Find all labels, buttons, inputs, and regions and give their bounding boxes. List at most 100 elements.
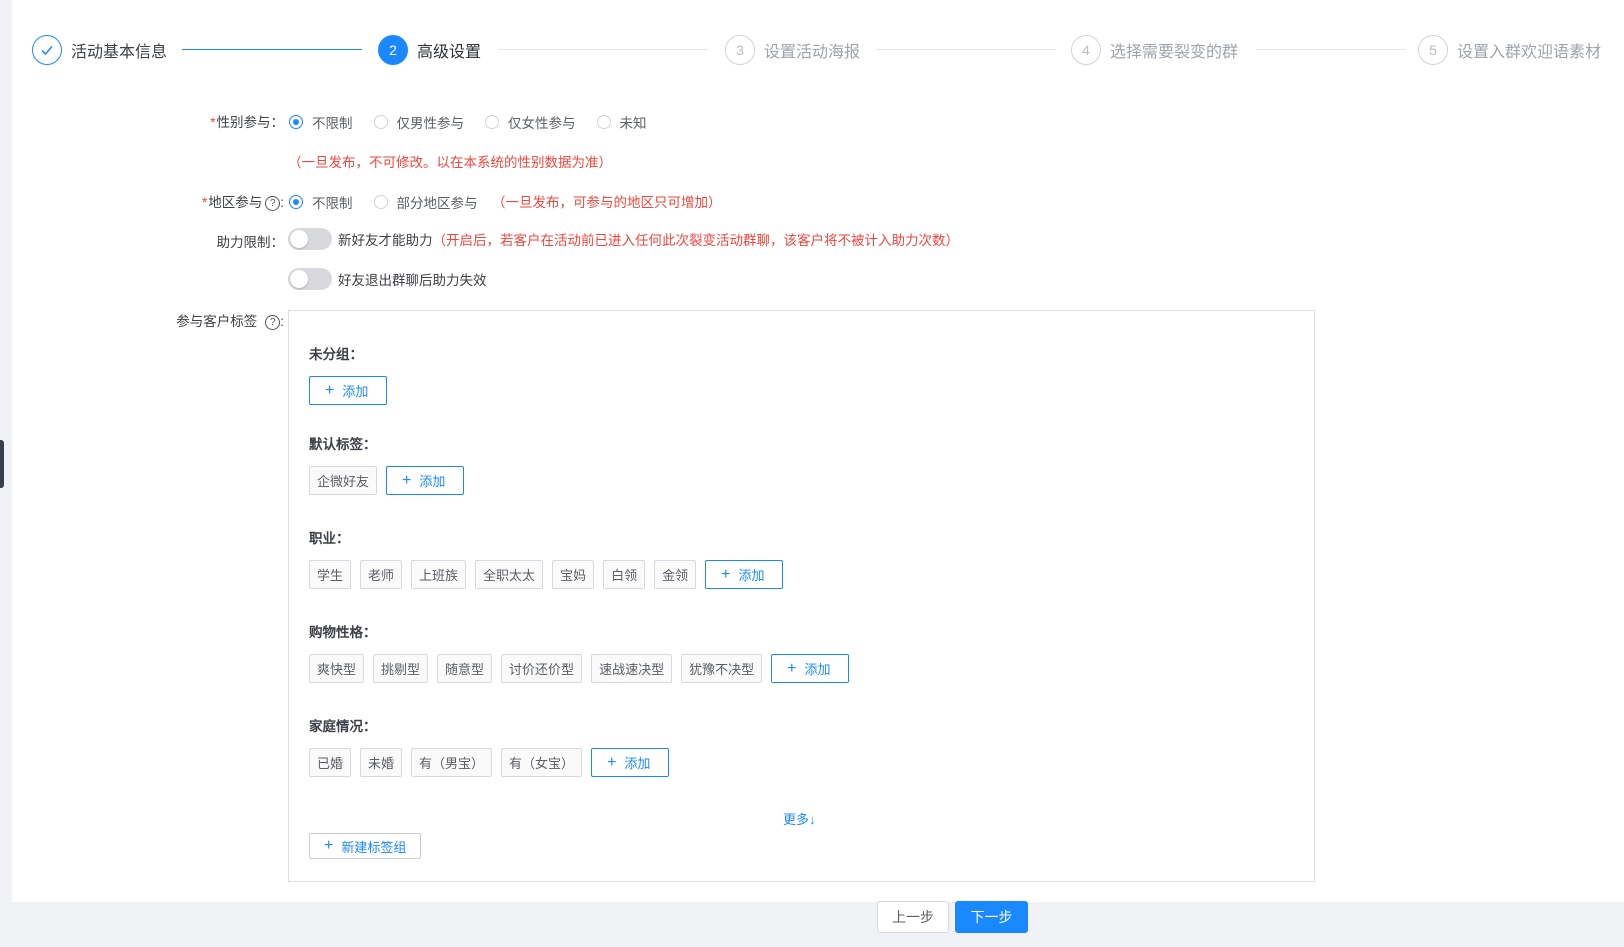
- plus-icon: +: [787, 659, 797, 677]
- radio-icon: [373, 195, 388, 209]
- required-mark: *: [201, 195, 208, 210]
- region-warning: （一旦发布，可参与的地区只可增加）: [492, 195, 722, 210]
- radio-icon: [485, 115, 499, 129]
- tag-group-title: 家庭情况：: [309, 719, 377, 734]
- tag-item[interactable]: 白领: [603, 560, 646, 589]
- tag-group-shopping: 爽快型 挑剔型 随意型 讨价还价型 速战速决型 犹豫不决型 + 添加: [309, 654, 850, 683]
- radio-label: 未知: [619, 116, 647, 131]
- more-tags-link[interactable]: 更多↓: [783, 809, 816, 828]
- step-4[interactable]: 4 选择需要裂变的群: [1071, 34, 1238, 66]
- tag-group-title: 默认标签：: [309, 437, 377, 452]
- tag-item[interactable]: 讨价还价型: [501, 654, 583, 683]
- tag-group-family: 已婚 未婚 有（男宝） 有（女宝） + 添加: [309, 748, 670, 777]
- step-3[interactable]: 3 设置活动海报: [725, 34, 860, 66]
- plus-icon: +: [324, 837, 334, 854]
- gender-option-male[interactable]: 仅男性参与: [373, 112, 465, 132]
- assist-switch-row-2: 好友退出群聊后助力失效: [288, 268, 487, 290]
- tag-group-title: 职业：: [309, 531, 350, 546]
- gender-warning: （一旦发布，不可修改。以在本系统的性别数据为准）: [288, 155, 612, 170]
- step-3-number: 3: [725, 35, 755, 65]
- help-icon[interactable]: ?: [265, 195, 281, 211]
- region-label: *地区参与?:: [160, 191, 284, 211]
- add-tag-button[interactable]: + 添加: [591, 748, 670, 777]
- plus-icon: +: [721, 565, 731, 583]
- step-1-title: 活动基本信息: [71, 44, 168, 61]
- region-label-text: 地区参与: [208, 195, 263, 210]
- step-connector-3: [876, 49, 1056, 50]
- add-tag-button[interactable]: + 添加: [309, 376, 388, 405]
- add-tag-button[interactable]: + 添加: [386, 466, 465, 495]
- tag-item[interactable]: 爽快型: [309, 654, 365, 683]
- tag-item[interactable]: 学生: [309, 560, 352, 589]
- step-3-title: 设置活动海报: [764, 44, 861, 61]
- tag-item[interactable]: 金领: [654, 560, 697, 589]
- step-4-title: 选择需要裂变的群: [1110, 44, 1239, 61]
- region-option-partial[interactable]: 部分地区参与: [373, 192, 478, 212]
- customer-tags-label-text: 参与客户标签: [176, 314, 258, 329]
- new-tag-group-button[interactable]: + 新建标签组: [309, 833, 422, 859]
- step-2-number: 2: [378, 35, 408, 65]
- tag-item[interactable]: 企微好友: [309, 466, 378, 495]
- gender-radio-group: 不限制 仅男性参与 仅女性参与 未知: [289, 112, 668, 132]
- region-option-unlimited[interactable]: 不限制: [289, 192, 353, 212]
- tag-item[interactable]: 全职太太: [475, 560, 544, 589]
- radio-label: 仅男性参与: [396, 116, 465, 131]
- radio-label: 部分地区参与: [396, 196, 478, 211]
- tag-group-occupation: 学生 老师 上班族 全职太太 宝妈 白领 金领 + 添加: [309, 560, 784, 589]
- step-connector-1: [182, 49, 362, 50]
- region-label-colon: :: [280, 195, 284, 210]
- step-connector-2: [498, 49, 708, 50]
- gender-label: *性别参与：: [160, 111, 284, 131]
- new-friend-only-switch[interactable]: [288, 228, 332, 250]
- add-tag-label: 添加: [738, 568, 765, 583]
- step-2-title: 高级设置: [417, 44, 482, 61]
- prev-step-button[interactable]: 上一步: [877, 901, 949, 933]
- add-tag-label: 添加: [419, 474, 446, 489]
- plus-icon: +: [325, 381, 335, 399]
- tag-item[interactable]: 上班族: [411, 560, 467, 589]
- tag-item[interactable]: 未婚: [360, 748, 403, 777]
- add-tag-button[interactable]: + 添加: [705, 560, 784, 589]
- radio-label: 仅女性参与: [508, 116, 576, 131]
- gender-label-text: 性别参与：: [216, 115, 285, 130]
- required-mark: *: [210, 115, 216, 130]
- step-1[interactable]: 活动基本信息: [32, 34, 167, 66]
- help-icon[interactable]: ?: [265, 314, 281, 330]
- add-tag-button[interactable]: + 添加: [771, 654, 850, 683]
- tag-item[interactable]: 宝妈: [552, 560, 595, 589]
- step-5[interactable]: 5 设置入群欢迎语素材: [1418, 34, 1601, 66]
- tag-item[interactable]: 有（女宝）: [501, 748, 583, 777]
- region-radio-group: 不限制 部分地区参与: [289, 192, 499, 212]
- customer-tags-label-colon: :: [280, 314, 284, 329]
- side-collapse-handle[interactable]: [0, 440, 4, 488]
- tag-item[interactable]: 速战速决型: [591, 654, 673, 683]
- add-tag-label: 添加: [342, 384, 369, 399]
- quit-group-invalid-switch[interactable]: [288, 268, 332, 290]
- quit-group-invalid-label: 好友退出群聊后助力失效: [338, 273, 487, 288]
- tag-group-title: 购物性格：: [309, 625, 377, 640]
- tag-item[interactable]: 挑剔型: [373, 654, 429, 683]
- new-tag-group-label: 新建标签组: [341, 839, 407, 855]
- new-friend-only-note: （开启后，若客户在活动前已进入任何此次裂变活动群聊，该客户将不被计入助力次数）: [432, 233, 960, 248]
- customer-tags-label: 参与客户标签?:: [150, 310, 284, 330]
- gender-option-female[interactable]: 仅女性参与: [485, 112, 576, 132]
- check-icon: [32, 35, 62, 65]
- next-step-button[interactable]: 下一步: [955, 901, 1028, 933]
- assist-label: 助力限制：: [216, 235, 285, 250]
- step-progress: 活动基本信息 2 高级设置 3 设置活动海报 4 选择需要裂变的群 5 设置入群…: [0, 0, 1624, 100]
- add-tag-label: 添加: [804, 662, 831, 677]
- gender-option-unknown[interactable]: 未知: [596, 112, 647, 132]
- step-5-title: 设置入群欢迎语素材: [1457, 44, 1602, 61]
- assist-switch-row-1: 新好友才能助力 （开启后，若客户在活动前已进入任何此次裂变活动群聊，该客户将不被…: [288, 228, 959, 250]
- step-2[interactable]: 2 高级设置: [378, 34, 481, 66]
- tag-item[interactable]: 犹豫不决型: [681, 654, 763, 683]
- tag-item[interactable]: 有（男宝）: [411, 748, 493, 777]
- plus-icon: +: [607, 753, 617, 771]
- step-5-number: 5: [1418, 35, 1448, 65]
- tag-item[interactable]: 老师: [360, 560, 403, 589]
- radio-icon: [373, 115, 388, 129]
- tag-item[interactable]: 已婚: [309, 748, 352, 777]
- radio-checked-icon: [289, 195, 303, 209]
- tag-item[interactable]: 随意型: [437, 654, 493, 683]
- gender-option-unlimited[interactable]: 不限制: [289, 112, 353, 132]
